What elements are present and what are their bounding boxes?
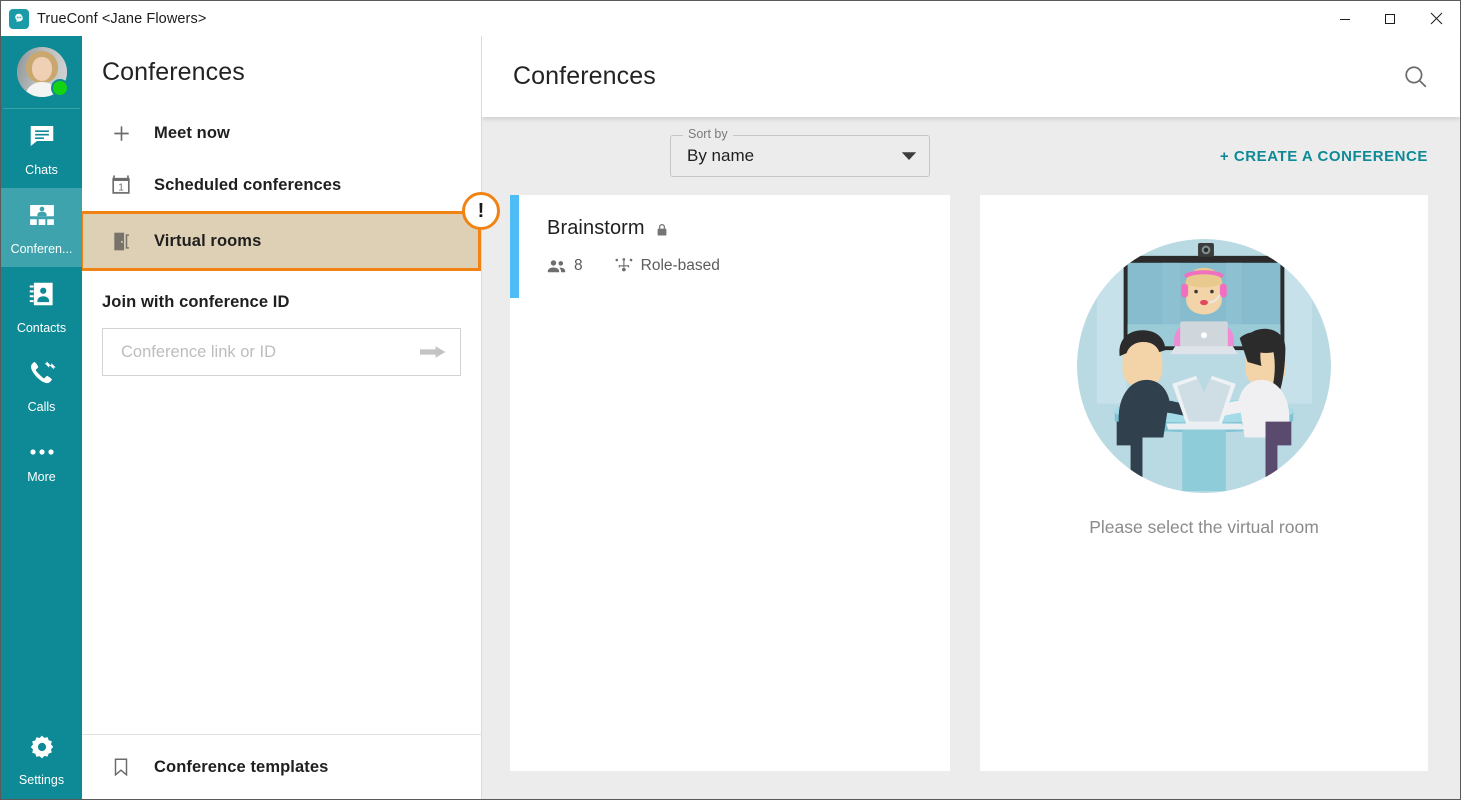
create-conference-button[interactable]: + CREATE A CONFERENCE bbox=[1220, 148, 1428, 165]
sort-by-label: Sort by bbox=[683, 127, 733, 141]
lock-icon bbox=[654, 222, 670, 238]
main-header: Conferences bbox=[482, 36, 1460, 117]
join-conference-section: Join with conference ID bbox=[82, 271, 481, 376]
nav-item-virtual-rooms[interactable]: Virtual rooms ! bbox=[80, 192, 500, 271]
video-conference-room-illustration bbox=[1076, 238, 1332, 494]
conference-meta: 8 Role-based bbox=[547, 257, 950, 275]
sidebar-item-label: Contacts bbox=[16, 320, 67, 335]
conference-list: Brainstorm 8 Role-based bbox=[510, 195, 950, 771]
conferences-nav-panel: Conferences Meet now 1 Scheduled confere… bbox=[80, 36, 500, 799]
chat-bubble-icon bbox=[27, 121, 57, 156]
ellipsis-icon bbox=[27, 445, 57, 463]
attention-badge: ! bbox=[462, 192, 500, 230]
nav-item-label: Scheduled conferences bbox=[154, 175, 342, 194]
nav-item-meet-now[interactable]: Meet now bbox=[82, 107, 481, 159]
conference-title-row: Brainstorm bbox=[547, 217, 950, 240]
nav-item-label: Virtual rooms bbox=[154, 231, 262, 250]
sidebar-item-chats[interactable]: Chats bbox=[1, 109, 82, 188]
content-row: Brainstorm 8 Role-based Please select th… bbox=[482, 195, 1460, 799]
sidebar-item-label: Conferen... bbox=[10, 241, 73, 256]
toolbar: Sort by By name + CREATE A CONFERENCE bbox=[482, 117, 1460, 195]
conference-detail-panel: Please select the virtual room bbox=[980, 195, 1428, 771]
rail-spacer bbox=[1, 504, 82, 720]
join-input-wrapper[interactable] bbox=[102, 328, 461, 376]
conference-card-body: Brainstorm 8 Role-based bbox=[519, 195, 950, 298]
sidebar-item-settings[interactable]: Settings bbox=[1, 720, 82, 799]
window-body: Chats Conferen... Contacts Calls More Se… bbox=[1, 36, 1460, 799]
sidebar-item-more[interactable]: More bbox=[1, 425, 82, 504]
sidebar-item-label: More bbox=[27, 470, 56, 484]
close-icon[interactable] bbox=[1412, 1, 1460, 36]
plus-icon bbox=[109, 121, 133, 145]
contacts-book-icon bbox=[27, 279, 57, 314]
gear-icon bbox=[28, 733, 56, 766]
window-title: TrueConf <Jane Flowers> bbox=[37, 10, 207, 27]
sidebar-item-calls[interactable]: Calls bbox=[1, 346, 82, 425]
conference-type: Role-based bbox=[640, 257, 720, 274]
join-section-title: Join with conference ID bbox=[102, 293, 290, 311]
conference-grid-icon bbox=[27, 200, 57, 235]
status-badge bbox=[50, 79, 69, 97]
page-title: Conferences bbox=[513, 62, 656, 90]
sidebar-item-conferences[interactable]: Conferen... bbox=[1, 188, 82, 267]
primary-nav-rail: Chats Conferen... Contacts Calls More Se… bbox=[1, 36, 82, 799]
people-icon bbox=[547, 259, 566, 273]
conference-id-input[interactable] bbox=[121, 342, 420, 362]
phone-arrows-icon bbox=[27, 358, 57, 393]
list-item[interactable]: Brainstorm 8 Role-based bbox=[510, 195, 950, 299]
title-bar: TrueConf <Jane Flowers> bbox=[1, 1, 1460, 36]
nav-bottom-section: Conference templates bbox=[82, 734, 481, 799]
bookmark-icon bbox=[109, 755, 133, 779]
chevron-down-icon[interactable] bbox=[901, 151, 917, 161]
avatar[interactable] bbox=[1, 36, 82, 108]
minimize-icon[interactable] bbox=[1322, 1, 1367, 36]
sort-by-select[interactable]: Sort by By name bbox=[670, 127, 930, 177]
sidebar-item-label: Chats bbox=[25, 162, 58, 177]
sidebar-item-label: Settings bbox=[18, 772, 65, 787]
app-window: TrueConf <Jane Flowers> Chats Conferen..… bbox=[0, 0, 1461, 800]
panel-title: Conferences bbox=[102, 58, 245, 86]
sidebar-item-label: Calls bbox=[27, 399, 56, 414]
svg-text:1: 1 bbox=[118, 183, 124, 194]
door-icon bbox=[109, 229, 133, 253]
window-controls bbox=[1322, 1, 1460, 36]
conference-accent-bar bbox=[510, 195, 519, 298]
maximize-icon[interactable] bbox=[1367, 1, 1412, 36]
sidebar-item-contacts[interactable]: Contacts bbox=[1, 267, 82, 346]
nav-item-scheduled-conferences[interactable]: 1 Scheduled conferences bbox=[82, 159, 481, 211]
search-icon[interactable] bbox=[1402, 63, 1430, 91]
nav-item-conference-templates[interactable]: Conference templates bbox=[82, 735, 481, 799]
calendar-icon: 1 bbox=[109, 173, 133, 197]
nav-list: Meet now 1 Scheduled conferences Virtual… bbox=[80, 107, 500, 271]
participant-count: 8 bbox=[574, 257, 583, 274]
main-content: Conferences Sort by By name + CREATE A C… bbox=[482, 36, 1460, 799]
arrow-right-icon[interactable] bbox=[420, 343, 446, 361]
conference-name: Brainstorm bbox=[547, 217, 645, 239]
sort-by-value: By name bbox=[687, 146, 755, 165]
role-based-icon bbox=[615, 258, 633, 274]
nav-item-label: Meet now bbox=[154, 123, 230, 142]
detail-placeholder-text: Please select the virtual room bbox=[1089, 517, 1319, 537]
trueconf-logo-icon bbox=[9, 8, 29, 29]
nav-item-label: Conference templates bbox=[154, 757, 329, 776]
